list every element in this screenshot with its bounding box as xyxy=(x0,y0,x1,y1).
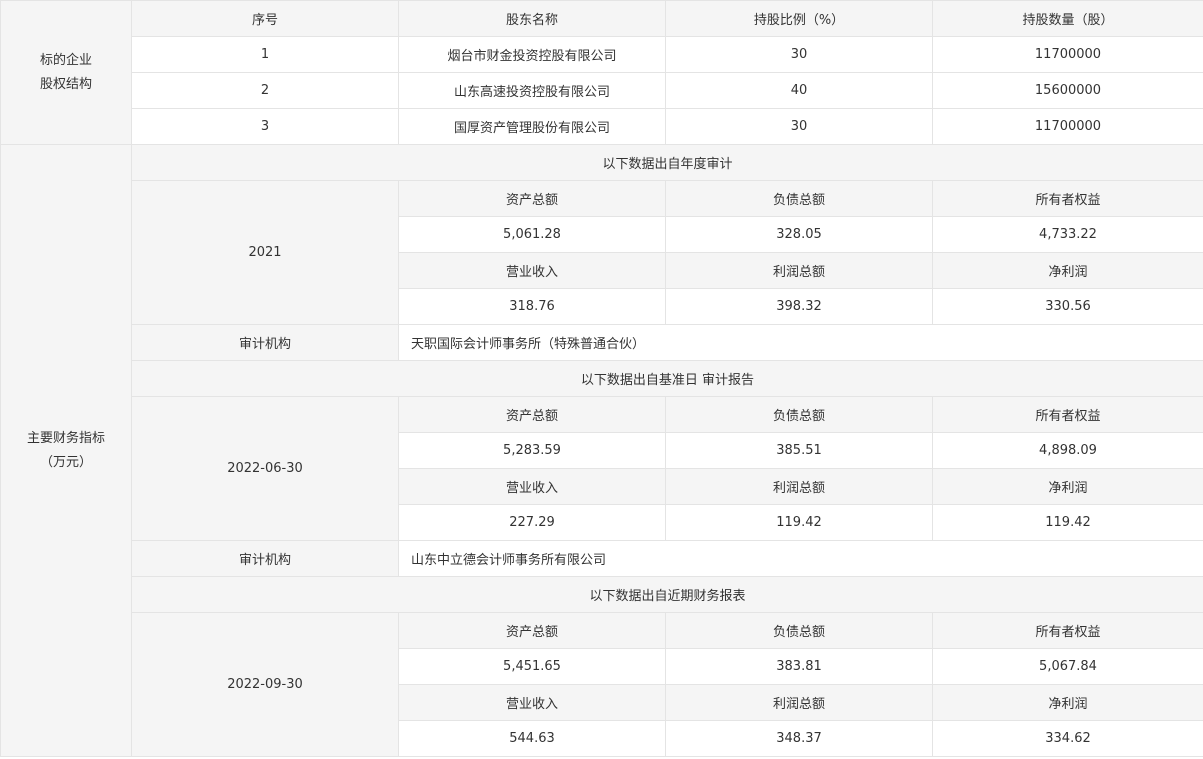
header-owner-equity: 所有者权益 xyxy=(932,612,1203,649)
data-source-note: 以下数据出自年度审计 xyxy=(131,144,1203,181)
data-source-note: 以下数据出自基准日 审计报告 xyxy=(131,360,1203,397)
period-date: 2022-06-30 xyxy=(131,396,399,541)
equity-header-row: 标的企业 股权结构 序号 股东名称 持股比例（%） 持股数量（股） xyxy=(0,0,1203,145)
value-owner-equity: 5,067.84 xyxy=(932,648,1203,685)
shareholder-name: 国厚资产管理股份有限公司 xyxy=(398,108,666,145)
column-header-ratio: 持股比例（%） xyxy=(665,0,933,37)
header-total-profit: 利润总额 xyxy=(665,252,933,289)
value-total-liabilities: 328.05 xyxy=(665,216,933,253)
holding-ratio: 30 xyxy=(665,108,933,145)
auditor-row: 审计机构 天职国际会计师事务所（特殊普通合伙） xyxy=(1,324,1203,361)
header-revenue: 营业收入 xyxy=(398,684,666,721)
value-total-profit: 398.32 xyxy=(665,288,933,325)
period-date: 2022-09-30 xyxy=(131,612,399,757)
value-revenue: 318.76 xyxy=(398,288,666,325)
disclosure-table: 标的企业 股权结构 序号 股东名称 持股比例（%） 持股数量（股） 1 烟台市财… xyxy=(0,0,1203,757)
holding-shares: 11700000 xyxy=(932,36,1203,73)
equity-section-label: 标的企业 股权结构 xyxy=(0,0,132,145)
row-index: 3 xyxy=(131,108,399,145)
value-total-liabilities: 385.51 xyxy=(665,432,933,469)
value-owner-equity: 4,733.22 xyxy=(932,216,1203,253)
holding-shares: 11700000 xyxy=(932,108,1203,145)
value-total-assets: 5,061.28 xyxy=(398,216,666,253)
column-header-shareholder: 股东名称 xyxy=(398,0,666,37)
auditor-name: 山东中立德会计师事务所有限公司 xyxy=(398,540,1203,577)
finance-source-row: 以下数据出自基准日 审计报告 xyxy=(1,360,1203,397)
period-date: 2021 xyxy=(131,180,399,325)
value-net-profit: 119.42 xyxy=(932,504,1203,541)
header-total-profit: 利润总额 xyxy=(665,468,933,505)
header-total-liabilities: 负债总额 xyxy=(665,180,933,217)
value-revenue: 544.63 xyxy=(398,720,666,757)
header-owner-equity: 所有者权益 xyxy=(932,396,1203,433)
header-owner-equity: 所有者权益 xyxy=(932,180,1203,217)
header-revenue: 营业收入 xyxy=(398,468,666,505)
header-total-profit: 利润总额 xyxy=(665,684,933,721)
row-index: 1 xyxy=(131,36,399,73)
value-total-assets: 5,451.65 xyxy=(398,648,666,685)
holding-shares: 15600000 xyxy=(932,72,1203,109)
value-owner-equity: 4,898.09 xyxy=(932,432,1203,469)
header-total-assets: 资产总额 xyxy=(398,612,666,649)
holding-ratio: 30 xyxy=(665,36,933,73)
table-row: 3 国厚资产管理股份有限公司 30 11700000 xyxy=(1,108,1203,145)
shareholder-name: 烟台市财金投资控股有限公司 xyxy=(398,36,666,73)
column-header-index: 序号 xyxy=(131,0,399,37)
table-row: 1 烟台市财金投资控股有限公司 30 11700000 xyxy=(1,36,1203,73)
finance-header-row: 2022-09-30 资产总额 负债总额 所有者权益 xyxy=(1,612,1203,757)
finance-header-row: 2021 资产总额 负债总额 所有者权益 xyxy=(1,180,1203,325)
header-revenue: 营业收入 xyxy=(398,252,666,289)
row-index: 2 xyxy=(131,72,399,109)
value-total-assets: 5,283.59 xyxy=(398,432,666,469)
header-net-profit: 净利润 xyxy=(932,252,1203,289)
header-net-profit: 净利润 xyxy=(932,684,1203,721)
header-total-assets: 资产总额 xyxy=(398,180,666,217)
value-total-liabilities: 383.81 xyxy=(665,648,933,685)
value-net-profit: 334.62 xyxy=(932,720,1203,757)
column-header-shares: 持股数量（股） xyxy=(932,0,1203,37)
finance-header-row: 2022-06-30 资产总额 负债总额 所有者权益 xyxy=(1,396,1203,541)
finance-source-row: 以下数据出自近期财务报表 xyxy=(1,576,1203,613)
header-total-assets: 资产总额 xyxy=(398,396,666,433)
data-source-note: 以下数据出自近期财务报表 xyxy=(131,576,1203,613)
value-total-profit: 119.42 xyxy=(665,504,933,541)
table-row: 2 山东高速投资控股有限公司 40 15600000 xyxy=(1,72,1203,109)
auditor-label: 审计机构 xyxy=(131,540,399,577)
header-total-liabilities: 负债总额 xyxy=(665,612,933,649)
auditor-name: 天职国际会计师事务所（特殊普通合伙） xyxy=(398,324,1203,361)
value-net-profit: 330.56 xyxy=(932,288,1203,325)
value-revenue: 227.29 xyxy=(398,504,666,541)
finance-source-row: 主要财务指标 （万元） 以下数据出自年度审计 xyxy=(0,144,1203,757)
shareholder-name: 山东高速投资控股有限公司 xyxy=(398,72,666,109)
value-total-profit: 348.37 xyxy=(665,720,933,757)
auditor-label: 审计机构 xyxy=(131,324,399,361)
auditor-row: 审计机构 山东中立德会计师事务所有限公司 xyxy=(1,540,1203,577)
header-net-profit: 净利润 xyxy=(932,468,1203,505)
finance-section-label: 主要财务指标 （万元） xyxy=(0,144,132,757)
holding-ratio: 40 xyxy=(665,72,933,109)
header-total-liabilities: 负债总额 xyxy=(665,396,933,433)
